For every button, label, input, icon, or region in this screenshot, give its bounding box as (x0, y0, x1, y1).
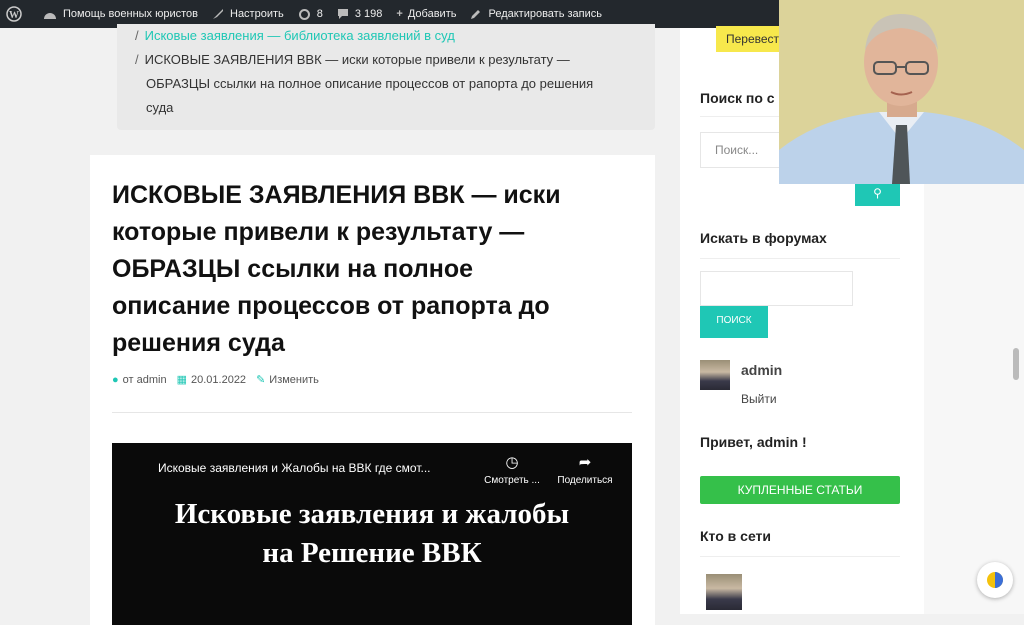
page-title: ИСКОВЫЕ ЗАЯВЛЕНИЯ ВВК — иски которые при… (112, 177, 642, 362)
webcam-overlay (779, 0, 1024, 184)
edit-icon: ✎ (256, 374, 266, 386)
edit-meta[interactable]: ✎ Изменить (256, 373, 319, 386)
breadcrumb-current-line2: ОБРАЗЦЫ ссылки на полное описание процес… (146, 76, 594, 91)
breadcrumb-current-line3: суда (146, 100, 174, 115)
search-widget-title: Поиск по с (700, 90, 775, 106)
user-icon: ● (112, 373, 119, 386)
search-icon: ⚲ (873, 186, 882, 200)
author-label: от admin (122, 373, 167, 386)
breadcrumb-link-library[interactable]: Исковые заявления — библиотека заявлений… (145, 28, 455, 43)
title-line-5: решения суда (112, 329, 285, 357)
dashboard-icon (44, 13, 56, 19)
greeting-title: Привет, admin ! (700, 434, 807, 450)
online-title: Кто в сети (700, 528, 772, 544)
main-content: / Исковые заявления — библиотека заявлени… (0, 24, 680, 625)
updates-count: 8 (316, 8, 323, 20)
breadcrumb-separator: / (135, 52, 139, 67)
share-label: Поделиться (557, 475, 613, 486)
widget-launcher-button[interactable] (977, 562, 1013, 598)
online-user-avatar[interactable] (706, 574, 742, 610)
updates-icon (298, 8, 310, 20)
watch-later-label: Смотреть ... (484, 475, 540, 486)
share-icon: ➦ (578, 454, 592, 471)
breadcrumb-item-link-row: / Исковые заявления — библиотека заявлени… (135, 24, 455, 48)
forum-search-button[interactable]: ПОИСК (700, 306, 768, 338)
forum-search-input[interactable] (700, 271, 853, 306)
date-meta[interactable]: ▦ 20.01.2022 (177, 373, 246, 386)
clock-icon: ◷ (505, 454, 519, 471)
plus-icon: + (396, 8, 403, 20)
video-overlay-line1: Исковые заявления и жалобы (174, 498, 570, 530)
date-label: 20.01.2022 (191, 374, 247, 386)
divider (700, 258, 900, 259)
svg-text:W: W (9, 10, 19, 21)
breadcrumb-current-row: / ИСКОВЫЕ ЗАЯВЛЕНИЯ ВВК — иски которые пр… (135, 48, 570, 72)
customize-label: Настроить (230, 8, 284, 20)
bought-articles-button[interactable]: КУПЛЕННЫЕ СТАТЬИ (700, 476, 900, 504)
title-line-1: ИСКОВЫЕ ЗАЯВЛЕНИЯ ВВК — иски (112, 181, 561, 209)
user-name[interactable]: admin (741, 362, 782, 378)
edit-label: Изменить (269, 374, 319, 386)
title-line-2: которые привели к результату — (112, 218, 525, 246)
calendar-icon: ▦ (176, 374, 187, 386)
site-name-label: Помощь военных юристов (63, 8, 198, 20)
article-card: ИСКОВЫЕ ЗАЯВЛЕНИЯ ВВК — иски которые при… (90, 155, 655, 625)
wordpress-logo-icon[interactable]: W (0, 0, 36, 28)
scrollbar-thumb[interactable] (1013, 348, 1019, 380)
edit-post-label: Редактировать запись (488, 8, 603, 20)
title-line-4: описание процессов от рапорта до (112, 292, 550, 320)
widget-icon (987, 572, 1003, 588)
comments-count: 3 198 (354, 8, 383, 20)
person-video-image (779, 0, 1024, 184)
video-embed[interactable]: Исковые заявления и Жалобы на ВВК где см… (112, 443, 632, 625)
title-line-3: ОБРАЗЦЫ ссылки на полное (112, 255, 474, 283)
breadcrumb-current-line1: ИСКОВЫЕ ЗАЯВЛЕНИЯ ВВК — иски которые при… (144, 52, 570, 67)
breadcrumb: / Исковые заявления — библиотека заявлени… (117, 24, 655, 130)
avatar[interactable] (700, 360, 730, 390)
divider (700, 556, 900, 557)
share-button[interactable]: ➦ Поделиться (555, 453, 615, 486)
breadcrumb-separator: / (135, 28, 139, 43)
divider (112, 412, 632, 413)
comment-icon (337, 9, 348, 19)
post-meta: ● от admin ▦ 20.01.2022 ✎ Изменить (112, 373, 319, 387)
pencil-icon (471, 10, 481, 19)
add-new-label: Добавить (407, 8, 457, 20)
brush-icon (213, 9, 223, 19)
forum-search-title: Искать в форумах (700, 230, 827, 246)
video-title[interactable]: Исковые заявления и Жалобы на ВВК где см… (158, 461, 431, 475)
logout-link[interactable]: Выйти (741, 392, 777, 406)
author-meta[interactable]: ● от admin (112, 374, 167, 386)
video-overlay-line2: на Решение ВВК (262, 537, 482, 569)
watch-later-button[interactable]: ◷ Смотреть ... (482, 453, 542, 486)
